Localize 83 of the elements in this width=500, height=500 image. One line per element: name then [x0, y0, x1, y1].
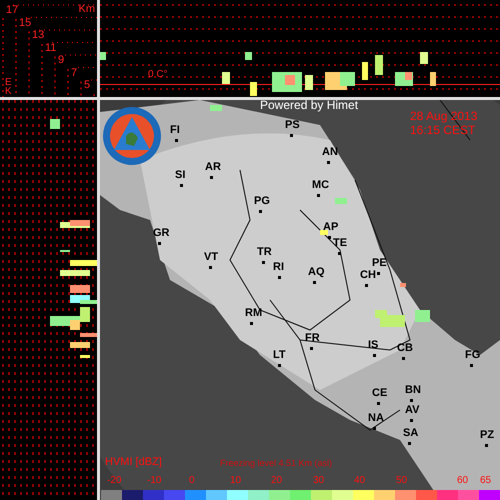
altitude-label: 9 — [58, 55, 64, 66]
city-marker — [259, 210, 262, 213]
city-marker — [250, 322, 253, 325]
city-marker — [175, 139, 178, 142]
city-marker — [377, 272, 380, 275]
city-label: PG — [254, 196, 270, 207]
city-marker — [377, 402, 380, 405]
city-marker — [328, 236, 331, 239]
city-marker — [290, 134, 293, 137]
city-marker — [278, 364, 281, 367]
altitude-unit: Km — [78, 4, 95, 15]
altitude-label: 17 — [6, 5, 18, 16]
axis-letter: E — [5, 78, 12, 88]
city-label: IS — [368, 340, 378, 351]
city-marker — [310, 347, 313, 350]
time-text: 16:15 CEST — [410, 124, 476, 136]
axis-letter: K — [5, 87, 12, 97]
city-label: CE — [372, 388, 388, 399]
city-marker — [485, 444, 488, 447]
city-label: AV — [405, 405, 420, 416]
city-marker — [278, 276, 281, 279]
city-marker — [470, 364, 473, 367]
altitude-label: 11 — [45, 42, 56, 54]
city-label: MC — [312, 180, 330, 191]
city-label: AQ — [308, 267, 324, 278]
city-marker — [365, 284, 368, 287]
city-label: PS — [285, 120, 300, 131]
scale-tick: 30 — [313, 476, 324, 486]
city-marker — [408, 442, 411, 445]
altitude-label: 7 — [71, 68, 78, 78]
city-marker — [210, 176, 213, 179]
city-marker — [338, 252, 341, 255]
city-label: AN — [322, 147, 338, 158]
scale-tick: 50 — [396, 476, 408, 486]
city-label: LT — [273, 350, 286, 361]
city-marker — [410, 419, 413, 422]
city-label: BN — [405, 385, 421, 396]
city-label: SI — [175, 170, 186, 181]
city-label: TR — [257, 247, 272, 258]
city-marker — [317, 194, 320, 197]
scale-tick: 20 — [271, 476, 282, 486]
credit-text: Powered by Himet — [260, 100, 358, 111]
date-text: 28 Aug 2013 — [410, 110, 478, 122]
altitude-label: 13 — [32, 30, 44, 41]
city-marker — [327, 161, 330, 164]
scale-tick: 0 — [189, 476, 195, 486]
scale-tick: 40 — [354, 476, 366, 486]
scale-tick: 60 — [457, 476, 468, 486]
city-label: PZ — [480, 430, 494, 441]
city-label: FI — [170, 125, 180, 136]
city-label: RM — [245, 308, 262, 319]
altitude-label: 15 — [19, 18, 32, 28]
city-label: FG — [465, 350, 480, 361]
city-label: CH — [360, 270, 376, 281]
city-label: AR — [205, 162, 221, 173]
city-label: GR — [153, 228, 170, 239]
city-marker — [209, 266, 212, 269]
city-label: AP — [323, 222, 338, 233]
city-marker — [313, 281, 316, 284]
city-marker — [402, 357, 405, 360]
legend-title: HVMI [dBZ] — [105, 457, 162, 468]
altitude-label: 5 — [84, 80, 90, 91]
civil-protection-logo-icon — [102, 106, 162, 166]
city-marker — [373, 427, 376, 430]
scale-tick: 65 — [480, 476, 492, 486]
freezing-marker: 0 C° — [148, 70, 168, 80]
city-label: RI — [273, 262, 284, 273]
city-marker — [262, 261, 265, 264]
city-marker — [373, 354, 376, 357]
scale-tick: -20 — [107, 476, 122, 486]
city-label: VT — [204, 252, 218, 263]
city-label: PE — [372, 258, 387, 269]
city-label: TE — [333, 238, 348, 249]
city-marker — [158, 242, 161, 245]
freezing-level-text: Freezing level 4.51 Km (asl) — [220, 459, 332, 468]
city-marker — [410, 399, 413, 402]
city-label: CB — [397, 343, 413, 354]
city-label: FR — [305, 333, 320, 344]
city-marker — [180, 184, 183, 187]
scale-tick: 10 — [230, 476, 242, 486]
city-label: NA — [368, 413, 384, 424]
scale-tick: -10 — [147, 476, 162, 486]
city-label: SA — [403, 428, 418, 439]
